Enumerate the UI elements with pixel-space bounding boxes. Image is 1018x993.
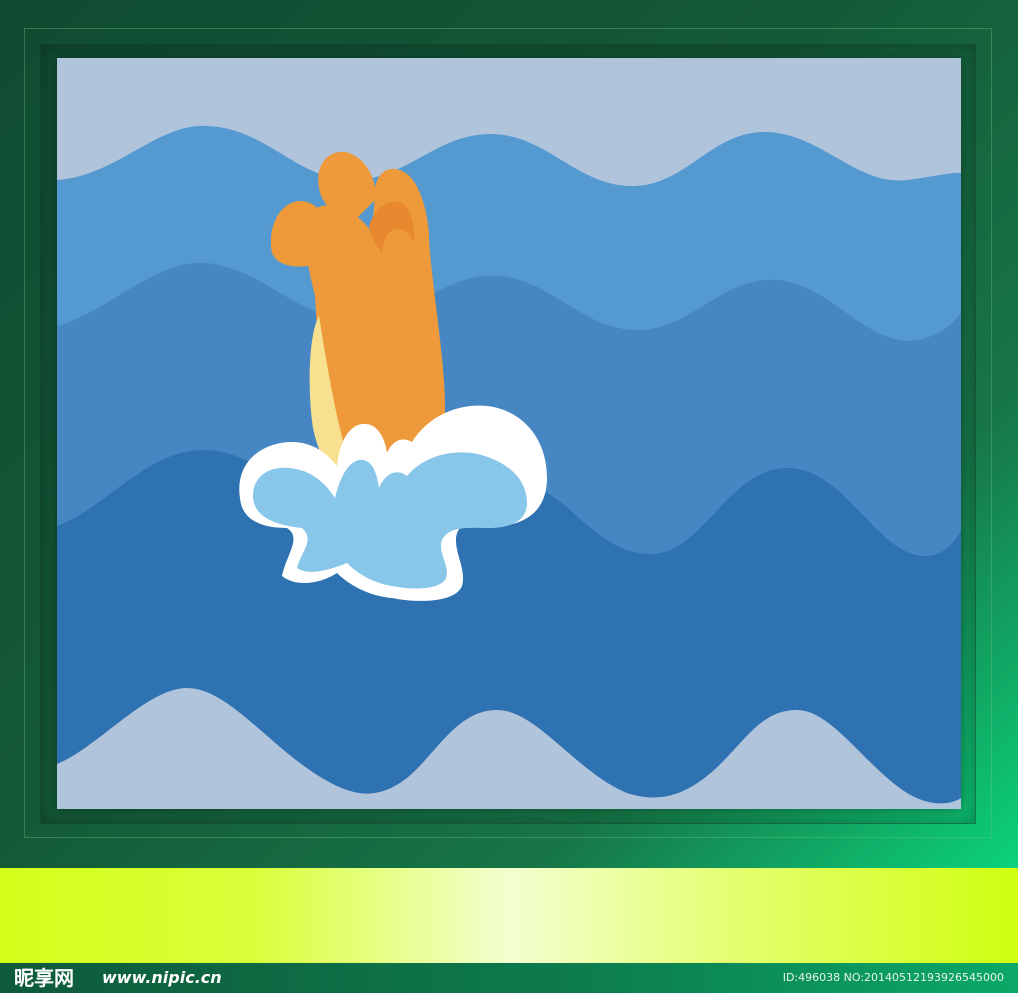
picture-canvas: 昵享网 www.nipic.cn ID:496038 NO:2014051219… [0, 0, 1018, 993]
ocean-scene [57, 58, 961, 809]
watermark-bar: 昵享网 www.nipic.cn ID:496038 NO:2014051219… [0, 963, 1018, 993]
watermark-brand: 昵享网 [14, 966, 74, 990]
yellow-gradient-band [0, 868, 1018, 963]
green-frame [0, 0, 1018, 868]
watermark-image-id: ID:496038 NO:20140512193926545000 [782, 971, 1004, 984]
ocean-illustration [57, 58, 961, 809]
watermark-site: www.nipic.cn [102, 968, 222, 987]
